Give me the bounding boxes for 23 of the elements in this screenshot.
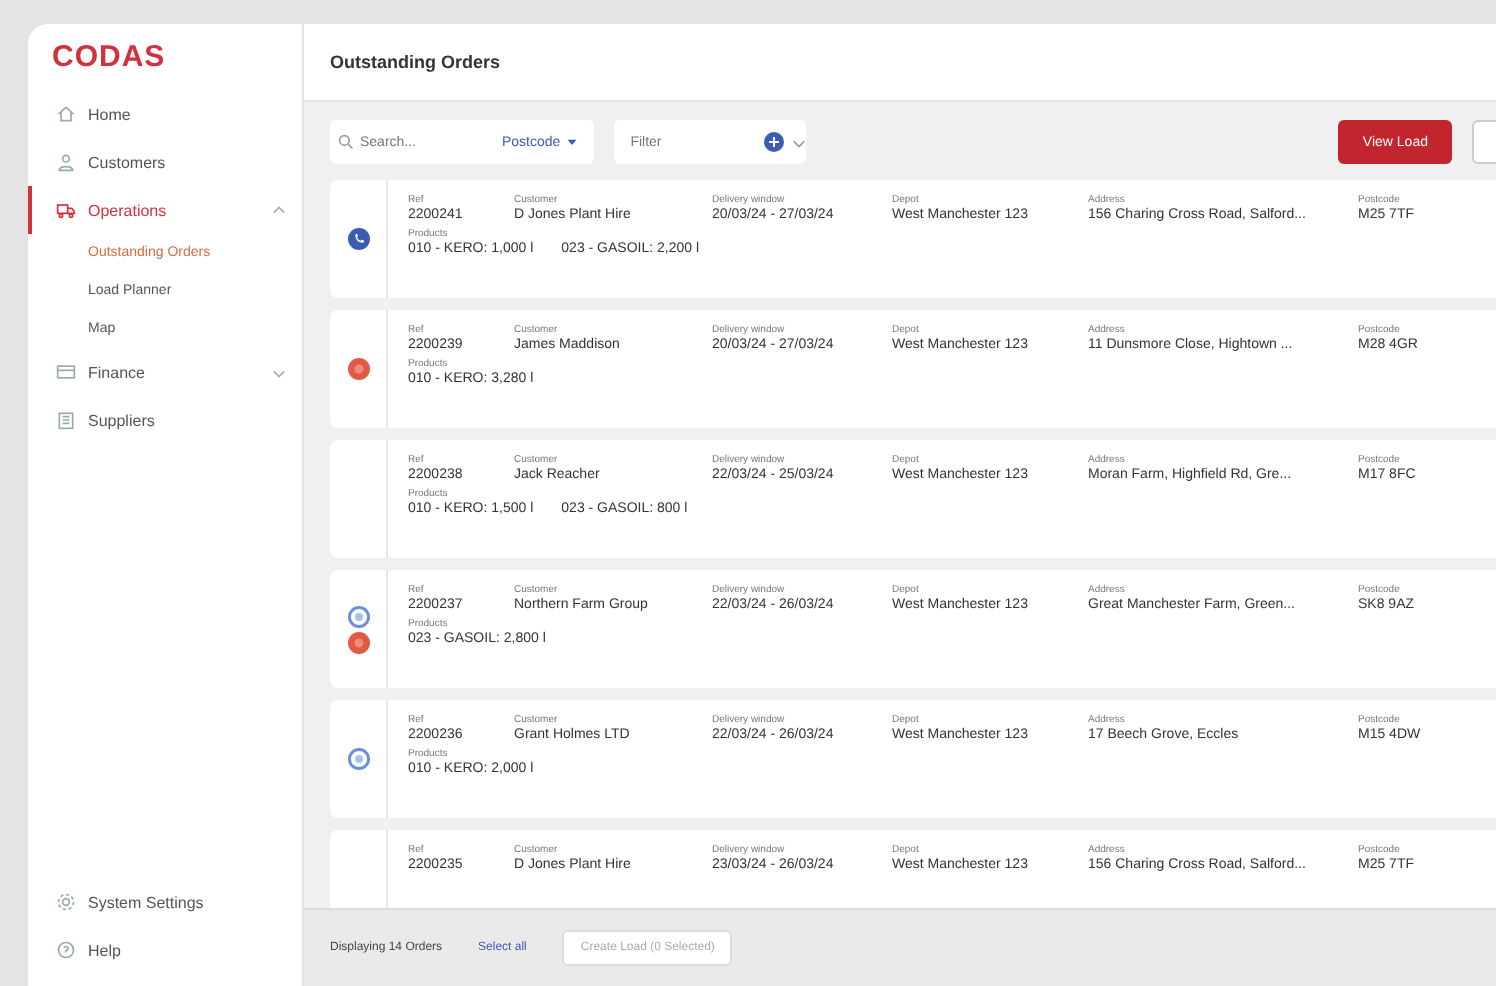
nav-item[interactable]: Customers <box>28 138 286 186</box>
nav-item[interactable]: Finance <box>28 348 286 396</box>
nav-item[interactable]: System Settings <box>28 878 286 926</box>
order-card[interactable] <box>330 180 1496 298</box>
card-icon <box>56 362 76 382</box>
truck-icon <box>56 200 76 220</box>
caret-icon <box>566 136 579 148</box>
help-icon <box>56 940 76 960</box>
brand-logo: CODAS <box>52 40 166 74</box>
order-card[interactable] <box>330 440 1496 558</box>
nav-item[interactable]: Operations <box>28 186 286 234</box>
nav-item[interactable]: Suppliers <box>28 396 286 444</box>
document-icon <box>56 410 76 430</box>
page-title: Outstanding Orders <box>330 52 501 72</box>
nav-item[interactable]: Help <box>28 926 286 974</box>
nav-item[interactable]: Home <box>28 90 286 138</box>
home-icon <box>56 104 76 124</box>
plus-icon <box>764 132 785 152</box>
settings-icon <box>56 892 76 912</box>
caret-icon <box>792 135 807 149</box>
search-icon <box>338 134 354 150</box>
person-icon <box>56 152 76 172</box>
toolbar-button[interactable] <box>1472 120 1496 164</box>
